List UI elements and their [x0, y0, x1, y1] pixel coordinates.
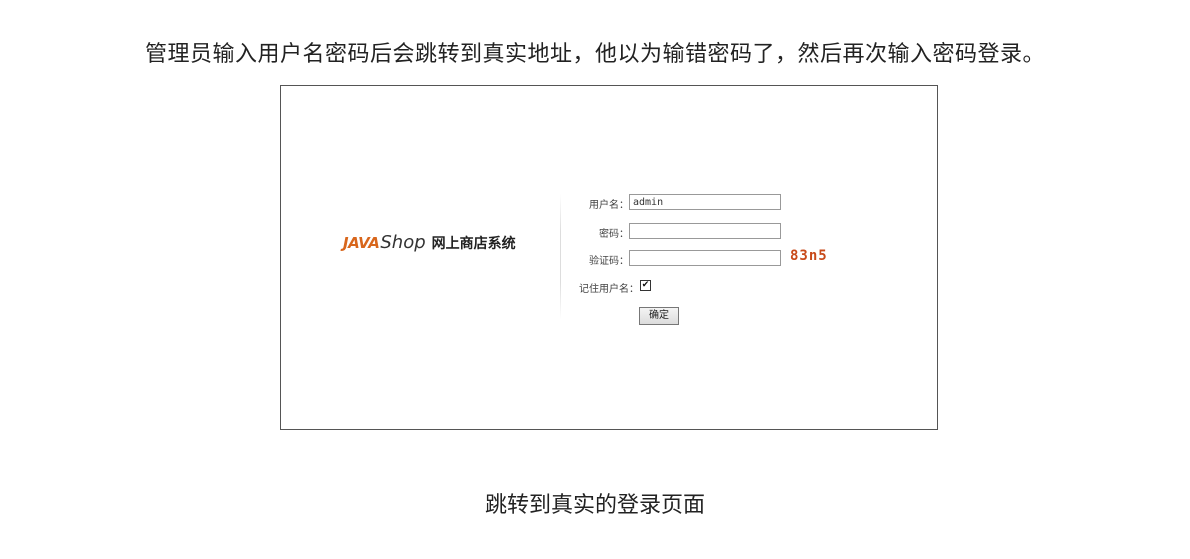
username-row: 用户名：: [571, 196, 629, 211]
password-label: 密码：: [599, 229, 629, 240]
captcha-image[interactable]: 83n5: [790, 248, 828, 264]
username-label: 用户名：: [589, 200, 629, 211]
brand-shop-text: Shop: [380, 232, 426, 253]
captcha-row: 验证码：: [571, 252, 629, 267]
panel-divider: [560, 194, 561, 320]
remember-label: 记住用户名：: [579, 284, 639, 295]
remember-row: 记住用户名：: [571, 280, 639, 295]
captcha-input[interactable]: [629, 250, 781, 266]
brand-java-text: JAVA: [343, 234, 380, 252]
top-caption: 管理员输入用户名密码后会跳转到真实地址，他以为输错密码了，然后再次输入密码登录。: [144, 42, 1045, 67]
password-row: 密码：: [571, 225, 629, 240]
password-input[interactable]: [629, 223, 781, 239]
login-screenshot-frame: JAVAShop 网上商店系统 用户名： admin 密码： 验证码： 83n5 …: [280, 85, 938, 430]
username-input[interactable]: admin: [629, 194, 781, 210]
brand-logo: JAVAShop 网上商店系统: [343, 232, 516, 253]
submit-button[interactable]: 确定: [639, 307, 679, 325]
remember-checkbox[interactable]: ✔: [640, 280, 651, 291]
captcha-label: 验证码：: [589, 256, 629, 267]
brand-system-name: 网上商店系统: [431, 236, 516, 252]
bottom-caption: 跳转到真实的登录页面: [484, 493, 705, 518]
